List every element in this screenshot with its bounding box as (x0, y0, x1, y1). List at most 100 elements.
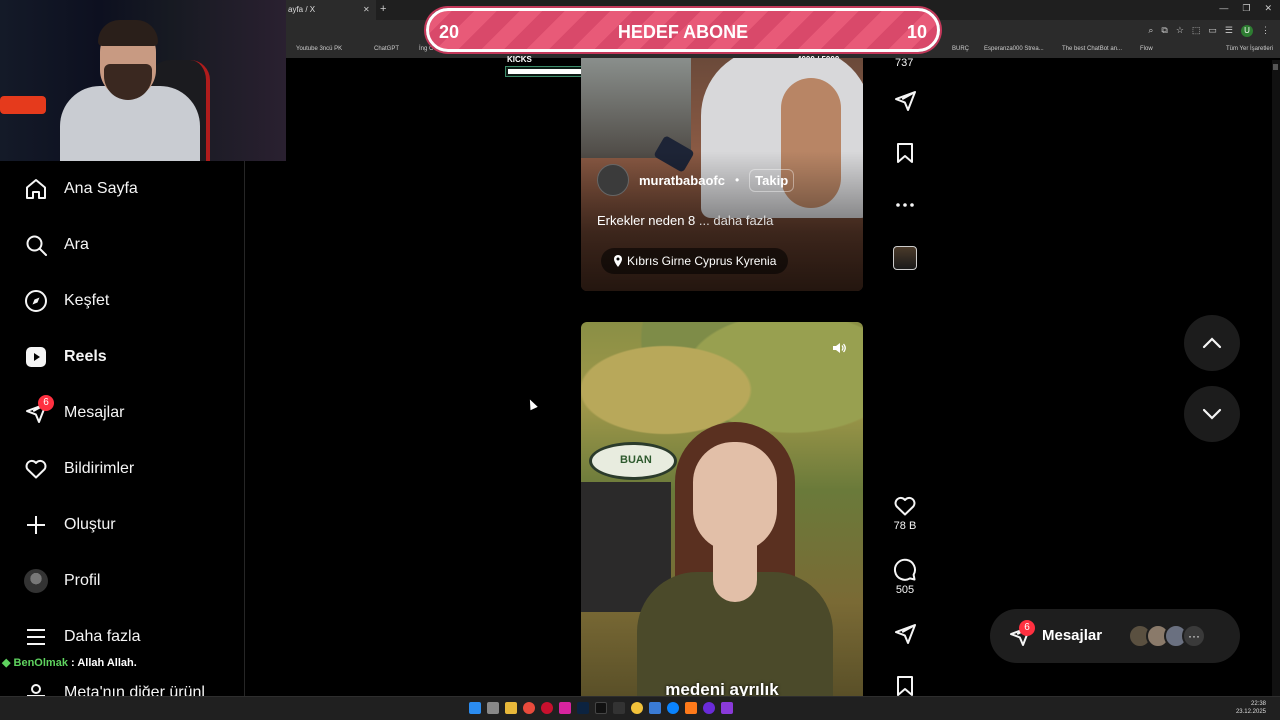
taskbar-apps (469, 702, 733, 714)
share-icon[interactable] (893, 89, 917, 113)
tab-search-icon[interactable]: ▭ (1208, 25, 1217, 37)
minimize-icon[interactable]: — (1219, 3, 1228, 14)
reel-caption: Erkekler neden 8 ... daha fazla (597, 213, 773, 228)
sidebar-item-label: Ara (64, 236, 89, 253)
new-tab-icon[interactable]: + (380, 3, 386, 15)
location-pin-icon (614, 255, 622, 267)
tiktok-icon[interactable] (595, 702, 607, 714)
bookmark-star-icon[interactable]: ☆ (1176, 25, 1184, 37)
audio-thumbnail[interactable] (893, 246, 917, 270)
kebab-menu-icon[interactable]: ⋮ (1261, 25, 1270, 37)
maximize-icon[interactable]: ❐ (1242, 3, 1250, 14)
bookmark-item[interactable]: Flow (1140, 46, 1153, 52)
bookmark-item[interactable]: The best ChatBot an... (1062, 46, 1122, 52)
messages-label: Mesajlar (1042, 627, 1103, 644)
bookmark-icon[interactable] (893, 674, 917, 696)
home-icon (26, 179, 46, 199)
bookmark-item[interactable]: İng C (419, 46, 433, 52)
heart-icon[interactable] (893, 494, 917, 518)
chrome-icon[interactable] (523, 702, 535, 714)
chevron-down-icon (1202, 408, 1222, 420)
search-icon (26, 235, 47, 256)
sidebar-item-home[interactable]: Ana Sayfa (0, 167, 244, 211)
location-label: Kıbrıs Girne Cyprus Kyrenia (627, 254, 777, 268)
bookmark-item[interactable]: Youtube 3ncü PK (296, 46, 342, 52)
app-icon[interactable] (721, 702, 733, 714)
reel-video[interactable]: BUAN medeni ayrılık (581, 322, 863, 696)
window-controls: — ❐ ✕ (1219, 3, 1272, 14)
like-action[interactable]: 78 B (885, 494, 925, 532)
clock-time: 22:38 (1250, 701, 1266, 707)
sidebar-item-label: Ana Sayfa (64, 180, 138, 197)
like-count: 78 B (893, 520, 917, 532)
comment-icon[interactable] (893, 558, 917, 582)
follow-button[interactable]: Takip (749, 168, 795, 192)
sidebar-item-label: Reels (64, 348, 107, 365)
scrollbar-thumb[interactable] (1273, 64, 1278, 70)
chrome-icon[interactable] (631, 702, 643, 714)
notification-badge: 6 (38, 395, 54, 411)
sidebar-item-profile[interactable]: Profil (0, 559, 244, 603)
close-tab-icon[interactable]: ✕ (363, 5, 370, 14)
app-icon[interactable] (613, 702, 625, 714)
goal-target: 10 (906, 22, 927, 42)
avatar[interactable] (597, 164, 629, 196)
file-explorer-icon[interactable] (505, 702, 517, 714)
sidebar-item-label: Keşfet (64, 292, 110, 309)
taskbar: 22:38 23.12.2025 (0, 696, 1280, 720)
task-view-icon[interactable] (487, 702, 499, 714)
photoshop-icon[interactable] (577, 702, 589, 714)
start-icon[interactable] (469, 702, 481, 714)
stream-chat-message: ◆ BenOlmak : Allah Allah. (2, 656, 137, 669)
next-reel-button[interactable] (1184, 386, 1240, 442)
app-icon[interactable] (685, 702, 697, 714)
instagram-icon[interactable] (559, 702, 571, 714)
previous-reel-button[interactable] (1184, 315, 1240, 371)
zoom-icon[interactable]: ⌕ (1148, 25, 1153, 37)
tab-title: ayfa / X (288, 5, 316, 14)
clock-date: 23.12.2025 (1235, 709, 1266, 715)
avatar (24, 569, 48, 593)
obs-icon[interactable] (703, 702, 715, 714)
sidebar-item-explore[interactable]: Keşfet (0, 279, 244, 323)
opera-icon[interactable] (541, 702, 553, 714)
profile-icon[interactable]: U (1241, 25, 1253, 37)
edge-icon[interactable] (667, 702, 679, 714)
reading-icon[interactable]: ☰ (1225, 25, 1233, 37)
install-icon[interactable]: ⧉ (1161, 25, 1167, 37)
browser-tab[interactable]: ayfa / X ✕ (286, 0, 376, 20)
volume-icon[interactable] (831, 340, 847, 356)
bookmark-item[interactable]: ChatGPT (374, 46, 399, 52)
messages-widget[interactable]: 6 Mesajlar ··· (990, 609, 1240, 663)
bookmark-item[interactable]: BURÇ (952, 46, 969, 52)
page-scrollbar[interactable] (1272, 60, 1280, 696)
more-options-icon[interactable] (893, 193, 917, 217)
sidebar-item-notifications[interactable]: Bildirimler (0, 447, 244, 491)
sidebar-item-more[interactable]: Daha fazla (0, 615, 244, 659)
webcam-overlay (0, 0, 286, 161)
screen: ayfa / X ✕ + — ❐ ✕ ⌕ ⧉ ☆ ⬚ ▭ ☰ U ⋮ Youtu… (0, 0, 1280, 720)
plus-icon (27, 516, 45, 534)
location-tag[interactable]: Kıbrıs Girne Cyprus Kyrenia (601, 248, 789, 274)
docs-icon[interactable] (649, 702, 661, 714)
sidebar-item-messages[interactable]: 6 Mesajlar (0, 391, 244, 435)
sidebar-item-create[interactable]: Oluştur (0, 503, 244, 547)
bookmark-icon[interactable] (893, 141, 917, 165)
share-icon[interactable] (893, 622, 917, 646)
sidebar-item-label: Oluştur (64, 516, 116, 533)
bookmark-item[interactable]: Tüm Yer İşaretleri (1226, 46, 1273, 52)
sidebar-item-label: Profil (64, 572, 101, 589)
reel-video[interactable]: muratbabaofc • Takip Erkekler neden 8 ..… (581, 58, 863, 291)
close-window-icon[interactable]: ✕ (1264, 3, 1272, 14)
toolbar-icons: ⌕ ⧉ ☆ ⬚ ▭ ☰ U ⋮ (1148, 25, 1270, 37)
sidebar-item-search[interactable]: Ara (0, 223, 244, 267)
sidebar-item-reels[interactable]: Reels (0, 335, 244, 379)
top-count: 737 (895, 57, 914, 69)
extension-icon[interactable]: ⬚ (1192, 25, 1201, 37)
reel-username[interactable]: muratbabaofc (639, 173, 725, 188)
system-clock[interactable]: 22:38 23.12.2025 (1236, 700, 1266, 716)
caption-text: Erkekler neden 8 (597, 213, 696, 228)
comment-action[interactable]: 505 (885, 558, 925, 596)
bookmark-item[interactable]: Esperanza000 Strea... (984, 46, 1044, 52)
see-more-link[interactable]: ... daha fazla (699, 213, 773, 228)
